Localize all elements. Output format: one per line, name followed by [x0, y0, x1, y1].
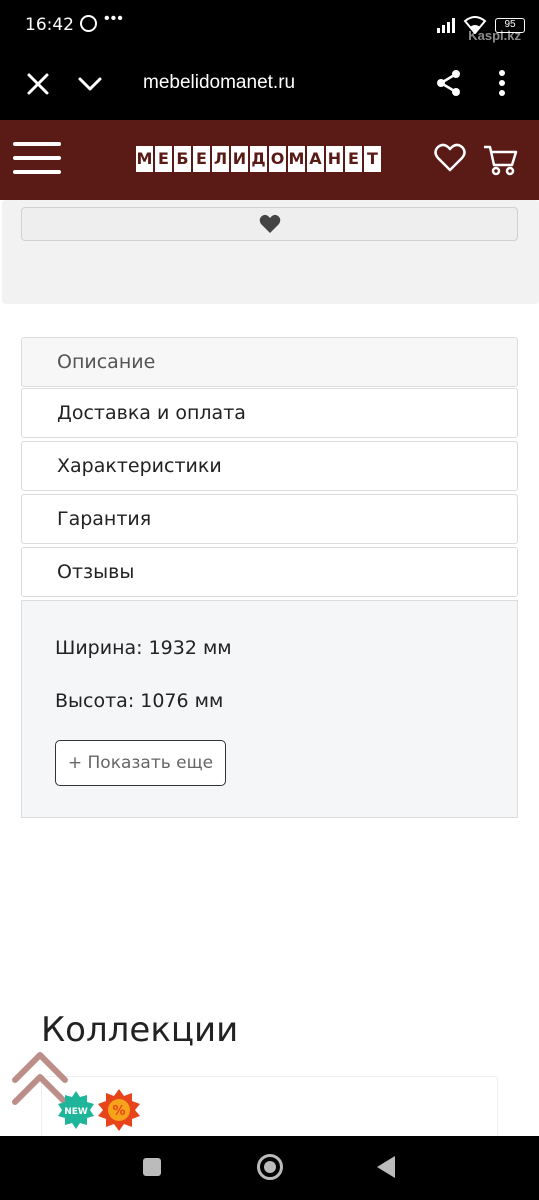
- logo-letter: Е: [345, 146, 362, 172]
- whatsapp-icon: [80, 15, 97, 32]
- url-text[interactable]: mebelidomanet.ru: [143, 72, 295, 94]
- chevron-down-icon[interactable]: [76, 70, 104, 98]
- logo-letter: Т: [364, 146, 381, 172]
- cart-icon[interactable]: [482, 143, 518, 177]
- back-icon[interactable]: [377, 1156, 395, 1178]
- status-time: 16:42: [25, 15, 74, 35]
- menu-icon[interactable]: [13, 142, 61, 176]
- new-badge-label: NEW: [64, 1107, 88, 1117]
- site-logo[interactable]: МЕБЕЛИДОМАНЕТ: [136, 146, 381, 172]
- show-more-button[interactable]: + Показать еще: [55, 740, 226, 786]
- logo-letter: А: [307, 146, 324, 172]
- add-to-favorites-button[interactable]: [21, 207, 518, 241]
- recents-icon[interactable]: [143, 1158, 161, 1176]
- logo-letter: М: [288, 146, 305, 172]
- discount-badge-label: %: [112, 1104, 125, 1119]
- heart-icon[interactable]: [434, 143, 466, 173]
- logo-letter: О: [269, 146, 286, 172]
- section-title: Коллекции: [41, 1010, 239, 1050]
- logo-letter: Е: [193, 146, 210, 172]
- tab-description[interactable]: Описание: [21, 337, 518, 387]
- logo-letter: Л: [212, 146, 229, 172]
- logo-letter: Е: [155, 146, 172, 172]
- tab-warranty[interactable]: Гарантия: [21, 494, 518, 544]
- heart-icon: [259, 214, 281, 233]
- spec-height: Высота: 1076 мм: [55, 690, 224, 712]
- watermark: Kaspi.kz: [468, 28, 521, 43]
- logo-letter: М: [136, 146, 153, 172]
- more-vert-icon[interactable]: [492, 68, 512, 98]
- status-bar: 16:42 ••• 95 Kaspi.kz: [0, 0, 539, 50]
- system-nav-bar: [0, 1136, 539, 1200]
- logo-letter: Б: [174, 146, 191, 172]
- discount-badge: %: [98, 1089, 140, 1131]
- logo-letter: Д: [250, 146, 267, 172]
- browser-toolbar: mebelidomanet.ru: [0, 50, 539, 120]
- close-icon[interactable]: [24, 70, 52, 98]
- logo-letter: Н: [326, 146, 343, 172]
- logo-letter: И: [231, 146, 248, 172]
- home-icon[interactable]: [257, 1154, 283, 1180]
- tab-specifications[interactable]: Характеристики: [21, 441, 518, 491]
- tab-reviews[interactable]: Отзывы: [21, 547, 518, 597]
- spec-width: Ширина: 1932 мм: [55, 637, 232, 659]
- tab-delivery[interactable]: Доставка и оплата: [21, 388, 518, 438]
- notification-dots: •••: [104, 10, 124, 27]
- description-panel: Ширина: 1932 мм Высота: 1076 мм + Показа…: [21, 600, 518, 818]
- signal-icon: [437, 17, 455, 33]
- share-icon[interactable]: [434, 68, 464, 98]
- new-badge: NEW: [58, 1091, 94, 1129]
